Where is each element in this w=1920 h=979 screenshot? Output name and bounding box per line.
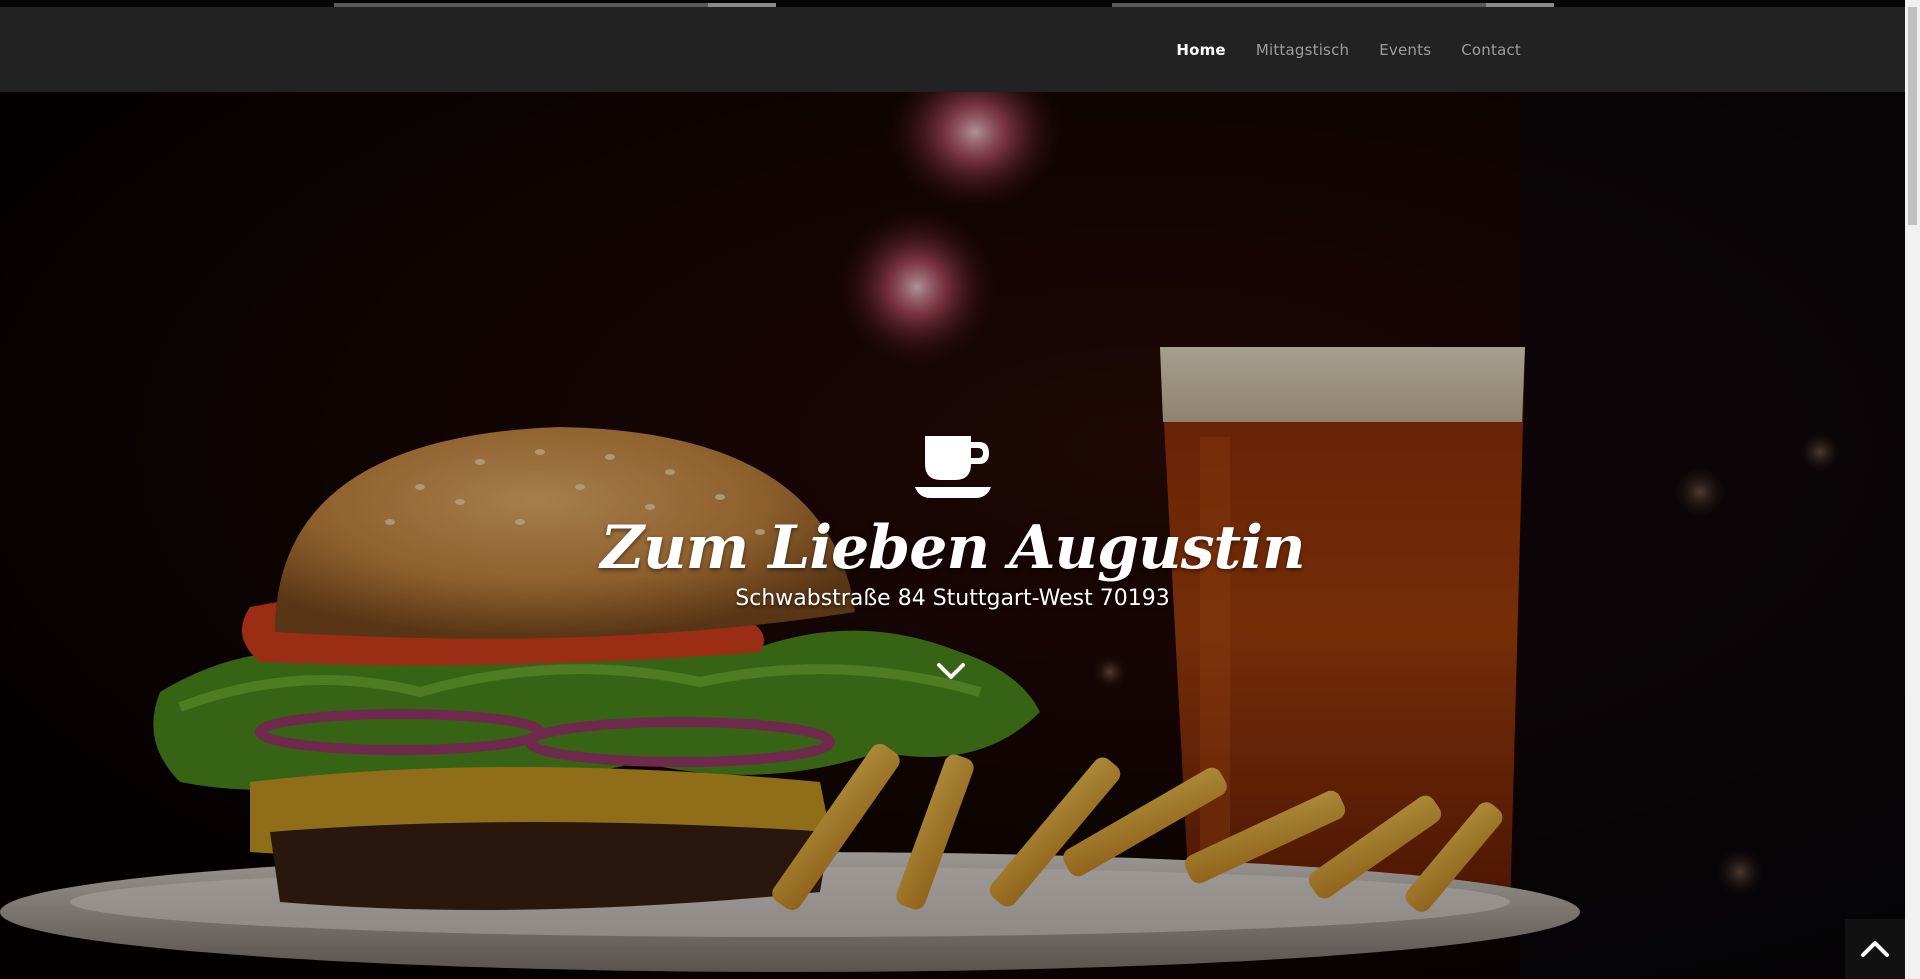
hero-section: Zum Lieben Augustin Schwabstraße 84 Stut…	[0, 92, 1905, 979]
loading-strip	[0, 0, 1905, 7]
hero-content: Zum Lieben Augustin Schwabstraße 84 Stut…	[0, 432, 1905, 611]
page: Home Mittagstisch Events Contact Zum Lie…	[0, 0, 1920, 979]
scrollbar-thumb[interactable]	[1908, 7, 1917, 225]
nav-menu: Home Mittagstisch Events Contact	[1176, 7, 1521, 92]
back-to-top-button[interactable]	[1845, 919, 1905, 979]
navbar: Home Mittagstisch Events Contact	[0, 7, 1905, 92]
nav-item-events[interactable]: Events	[1379, 41, 1431, 59]
coffee-cup-icon	[914, 436, 991, 498]
page-scrollbar[interactable]	[1905, 0, 1920, 979]
nav-item-mittagstisch[interactable]: Mittagstisch	[1256, 41, 1349, 59]
hero-title: Zum Lieben Augustin	[600, 513, 1305, 583]
chevron-down-icon[interactable]	[936, 660, 966, 682]
nav-item-home[interactable]: Home	[1176, 41, 1225, 59]
hero-subtitle: Schwabstraße 84 Stuttgart-West 70193	[735, 586, 1170, 611]
nav-item-contact[interactable]: Contact	[1461, 41, 1521, 59]
chevron-up-icon	[1861, 941, 1889, 957]
